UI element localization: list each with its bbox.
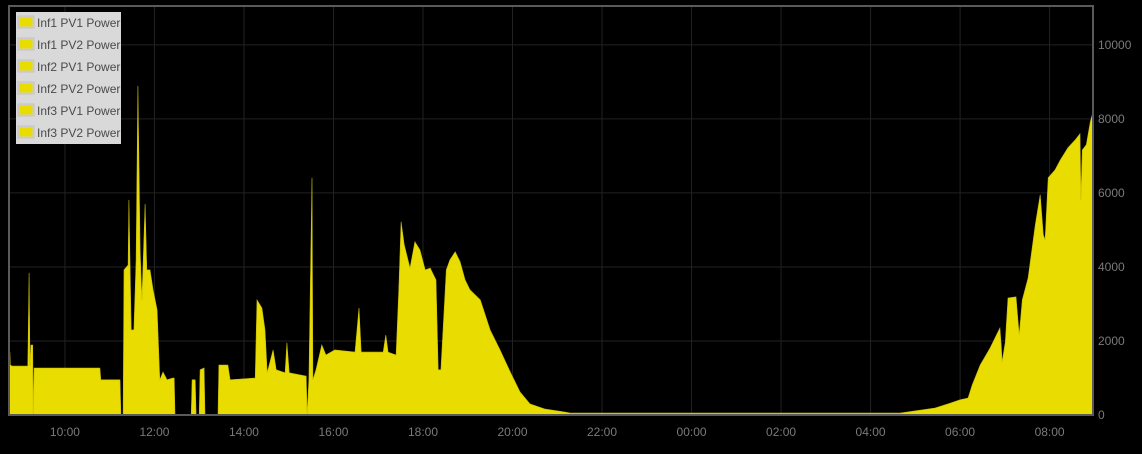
legend-label: Inf2 PV2 Power (37, 82, 120, 96)
y-tick-label: 2000 (1098, 334, 1125, 348)
y-tick-label: 4000 (1098, 260, 1125, 274)
legend-item[interactable]: Inf2 PV2 Power (17, 81, 120, 96)
legend-swatch (19, 17, 33, 27)
legend-swatch (19, 105, 33, 115)
y-tick-label: 0 (1098, 408, 1105, 422)
legend-label: Inf3 PV1 Power (37, 104, 120, 118)
legend-swatch (19, 83, 33, 93)
legend-item[interactable]: Inf1 PV2 Power (17, 37, 120, 52)
legend-swatch (19, 127, 33, 137)
x-tick-label: 02:00 (766, 425, 796, 439)
y-tick-label: 6000 (1098, 186, 1125, 200)
x-tick-label: 08:00 (1035, 425, 1065, 439)
legend-label: Inf1 PV1 Power (37, 16, 120, 30)
x-tick-label: 04:00 (856, 425, 886, 439)
x-tick-label: 10:00 (50, 425, 80, 439)
x-tick-label: 06:00 (945, 425, 975, 439)
x-tick-label: 16:00 (318, 425, 348, 439)
legend: Inf1 PV1 Power Inf1 PV2 Power Inf2 PV1 Pow… (16, 12, 121, 144)
y-tick-label: 10000 (1098, 38, 1132, 52)
x-tick-label: 20:00 (497, 425, 527, 439)
legend-item[interactable]: Inf3 PV2 Power (17, 125, 120, 140)
x-tick-label: 18:00 (408, 425, 438, 439)
x-tick-label: 14:00 (229, 425, 259, 439)
legend-label: Inf3 PV2 Power (37, 126, 120, 140)
legend-item[interactable]: Inf3 PV1 Power (17, 103, 120, 118)
legend-label: Inf2 PV1 Power (37, 60, 120, 74)
legend-swatch (19, 39, 33, 49)
legend-background (16, 12, 121, 144)
legend-swatch (19, 61, 33, 71)
x-tick-label: 00:00 (677, 425, 707, 439)
y-tick-label: 8000 (1098, 112, 1125, 126)
power-chart: 10:00 12:00 14:00 16:00 18:00 20:00 22:00 00:00… (0, 0, 1142, 454)
legend-item[interactable]: Inf1 PV1 Power (17, 15, 120, 30)
legend-label: Inf1 PV2 Power (37, 38, 120, 52)
legend-item[interactable]: Inf2 PV1 Power (17, 59, 120, 74)
x-tick-label: 12:00 (139, 425, 169, 439)
x-tick-label: 22:00 (587, 425, 617, 439)
